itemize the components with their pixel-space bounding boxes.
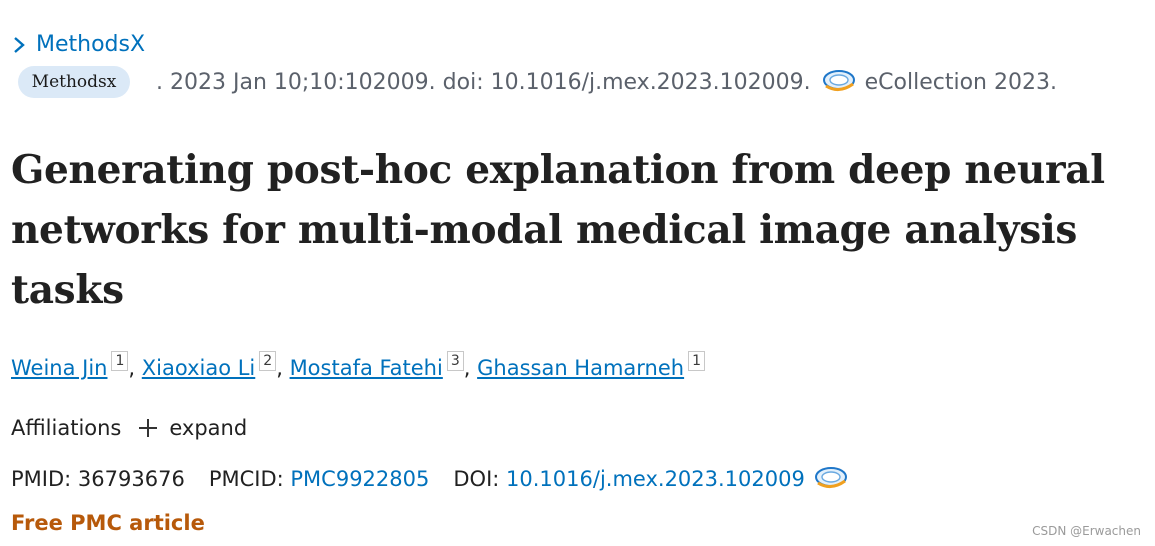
- affiliation-number[interactable]: 2: [259, 351, 277, 371]
- author-separator: ,: [463, 356, 471, 380]
- ecollection-text: eCollection 2023.: [864, 69, 1057, 95]
- journal-link[interactable]: MethodsX: [36, 30, 145, 60]
- affiliation-number[interactable]: 1: [111, 351, 129, 371]
- free-access-icon[interactable]: [813, 464, 849, 494]
- author-separator: ,: [128, 356, 136, 380]
- identifiers-row: PMID: 36793676 PMCID: PMC9922805 DOI: 10…: [11, 462, 849, 496]
- watermark: CSDN @Erwachen: [1032, 524, 1141, 538]
- journal-link-row[interactable]: MethodsX: [10, 30, 145, 60]
- author-link[interactable]: Ghassan Hamarneh: [477, 356, 684, 380]
- plus-icon[interactable]: [139, 419, 158, 437]
- article-title: Generating post-hoc explanation from dee…: [11, 147, 1105, 313]
- chevron-right-icon: [14, 37, 25, 53]
- expand-toggle[interactable]: expand: [169, 412, 247, 444]
- author-link[interactable]: Weina Jin: [11, 356, 107, 380]
- affiliations-label: Affiliations: [11, 416, 122, 440]
- affiliations-row: Affiliations expand: [11, 412, 247, 444]
- citation-row: Methodsx . 2023 Jan 10;10:102009. doi: 1…: [18, 64, 1057, 100]
- author-separator: ,: [276, 356, 283, 380]
- free-access-icon[interactable]: [821, 67, 857, 97]
- author-link[interactable]: Mostafa Fatehi: [290, 356, 443, 380]
- journal-badge[interactable]: Methodsx: [18, 66, 130, 98]
- author-link[interactable]: Xiaoxiao Li: [142, 356, 255, 380]
- pmid-label: PMID:: [11, 467, 72, 491]
- doi-link[interactable]: 10.1016/j.mex.2023.102009: [506, 462, 805, 496]
- free-pmc-article-link[interactable]: Free PMC article: [11, 506, 205, 540]
- author-list: Weina Jin 1, Xiaoxiao Li 2, Mostafa Fatehi…: [11, 350, 706, 386]
- pmcid-label: PMCID:: [208, 467, 284, 491]
- affiliation-number[interactable]: 3: [446, 351, 464, 371]
- citation-text: . 2023 Jan 10;10:102009. doi: 10.1016/j.…: [156, 69, 811, 95]
- affiliation-number[interactable]: 1: [688, 351, 706, 371]
- pmid-value: 36793676: [77, 467, 185, 491]
- pmcid-link[interactable]: PMC9922805: [290, 462, 429, 496]
- doi-label: DOI:: [453, 467, 500, 491]
